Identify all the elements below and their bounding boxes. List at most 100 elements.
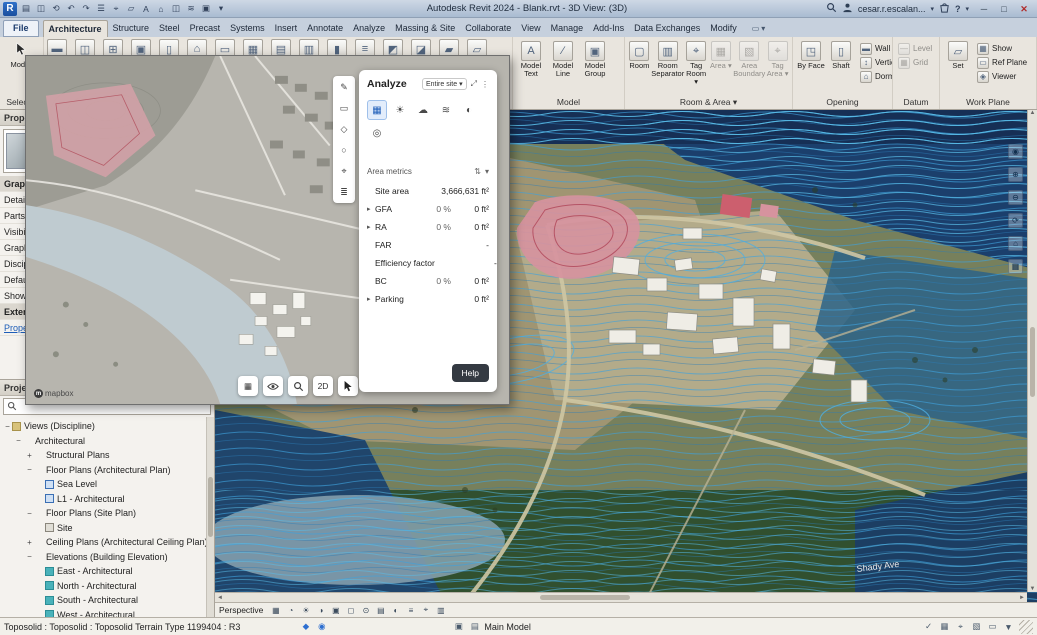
ribbon-tab[interactable]: Data Exchanges (629, 20, 705, 37)
room-area-panel-footer[interactable]: Room & Area ▾ (625, 96, 792, 109)
navigation-tool-icon[interactable]: ⊕ (1008, 167, 1023, 182)
tree-item-label[interactable]: Architectural (35, 436, 85, 446)
scroll-down-icon[interactable]: ▼ (1030, 586, 1036, 592)
map-tool-icon[interactable]: ▭ (337, 101, 351, 115)
tree-item-label[interactable]: Elevations (Building Elevation) (46, 552, 168, 562)
metric-expander-icon[interactable]: ▸ (367, 223, 375, 231)
analysis-type-icon[interactable]: ▦ (367, 100, 387, 120)
vertical-scrollbar[interactable]: ▲ ▼ (1027, 110, 1037, 592)
file-tab[interactable]: File (3, 20, 39, 37)
ribbon-tab[interactable]: View (516, 20, 545, 37)
qat-tool-icon[interactable]: ▾ (214, 2, 228, 16)
tree-item[interactable]: East - Architectural (0, 564, 214, 579)
status-icon[interactable]: ▣ (452, 620, 465, 633)
tree-item[interactable]: − Elevations (Building Elevation) (0, 550, 214, 565)
ribbon-button[interactable]: ◳ By Face (796, 39, 826, 94)
metric-row[interactable]: ▸ RA 0 % 0 ft² (367, 218, 489, 236)
tree-expander-icon[interactable]: − (25, 509, 34, 518)
tree-expander-icon[interactable]: − (3, 422, 12, 431)
view-control-icon[interactable]: ◻ (344, 604, 357, 617)
tree-item[interactable]: − Floor Plans (Architectural Plan) (0, 463, 214, 478)
qat-tool-icon[interactable]: ☰ (94, 2, 108, 16)
qat-tool-icon[interactable]: ⌂ (154, 2, 168, 16)
qat-tool-icon[interactable]: ▱ (124, 2, 138, 16)
qat-tool-icon[interactable]: ⟲ (49, 2, 63, 16)
select-cursor-button[interactable] (338, 376, 358, 396)
view-control-icon[interactable]: ≡ (404, 604, 417, 617)
tree-item[interactable]: West - Architectural (0, 608, 214, 618)
resize-grip[interactable] (1019, 620, 1033, 634)
sort-metrics-icon[interactable]: ⇅ (474, 167, 481, 176)
ribbon-button[interactable]: ⌖ Tag Area ▾ (766, 39, 789, 94)
navigation-tool-icon[interactable]: ⟳ (1008, 213, 1023, 228)
ribbon-small-button[interactable]: ▦ Grid (896, 56, 934, 69)
ribbon-tab[interactable]: Analyze (348, 20, 390, 37)
collapse-metrics-icon[interactable]: ▾ (485, 167, 489, 176)
ribbon-small-button[interactable]: ▦ Show (975, 42, 1029, 55)
navigation-tool-icon[interactable]: ◉ (1008, 144, 1023, 159)
metric-expander-icon[interactable]: ▸ (367, 205, 375, 213)
metric-row[interactable]: Site area 3,666,631 ft² (367, 182, 489, 200)
view-control-icon[interactable]: ◑ (314, 604, 327, 617)
search-icon[interactable] (826, 2, 837, 15)
ribbon-tab[interactable]: Precast (185, 20, 226, 37)
status-icon[interactable]: ◉ (315, 620, 328, 633)
qat-tool-icon[interactable]: ◫ (34, 2, 48, 16)
status-icon[interactable]: ◆ (299, 620, 312, 633)
qat-tool-icon[interactable]: A (139, 2, 153, 16)
ribbon-small-button[interactable]: ↕ Vertical (858, 56, 892, 69)
tree-item-label[interactable]: L1 - Architectural (57, 494, 125, 504)
tree-item-label[interactable]: Views (Discipline) (24, 421, 95, 431)
scroll-left-icon[interactable]: ◄ (217, 595, 223, 601)
set-work-plane-button[interactable]: ▱ Set (943, 39, 973, 94)
ribbon-tab[interactable]: Annotate (302, 20, 348, 37)
scrollbar-thumb[interactable] (540, 595, 630, 600)
metric-expander-icon[interactable]: ▸ (367, 295, 375, 303)
tree-item[interactable]: South - Architectural (0, 593, 214, 608)
signed-in-user[interactable]: cesar.r.escalan... (858, 4, 926, 14)
browser-scrollbar[interactable] (206, 417, 214, 617)
navigation-tool-icon[interactable]: ⌂ (1008, 236, 1023, 251)
selection-option-icon[interactable]: ▧ (970, 620, 983, 633)
map-tool-icon[interactable]: ✎ (337, 80, 351, 94)
map-tool-icon[interactable]: ≣ (337, 185, 351, 199)
ribbon-button[interactable]: ▯ Shaft (826, 39, 856, 94)
ribbon-tab[interactable]: Massing & Site (390, 20, 460, 37)
view-control-icon[interactable]: ☀ (299, 604, 312, 617)
tree-expander-icon[interactable]: + (25, 451, 34, 460)
tree-item-label[interactable]: North - Architectural (57, 581, 137, 591)
view-control-icon[interactable]: ◔ (284, 604, 297, 617)
tree-item-label[interactable]: Sea Level (57, 479, 97, 489)
ribbon-button[interactable]: ∕ Model Line (548, 39, 578, 94)
selection-option-icon[interactable]: ▭ (986, 620, 999, 633)
minimize-button[interactable]: ─ (974, 1, 994, 17)
ribbon-button[interactable]: ▧ Area Boundary (734, 39, 764, 94)
view-scale-label[interactable]: Perspective (219, 605, 263, 615)
tree-item-label[interactable]: Floor Plans (Architectural Plan) (46, 465, 171, 475)
qat-tool-icon[interactable]: ▤ (19, 2, 33, 16)
ribbon-tab[interactable]: Collaborate (460, 20, 516, 37)
ribbon-small-button[interactable]: ― Level (896, 42, 934, 55)
tree-item-label[interactable]: Floor Plans (Site Plan) (46, 508, 136, 518)
metric-row[interactable]: FAR - (367, 236, 489, 254)
ribbon-tab[interactable]: Architecture (43, 20, 108, 37)
tree-item-label[interactable]: Structural Plans (46, 450, 110, 460)
qat-tool-icon[interactable]: ▣ (199, 2, 213, 16)
ribbon-tab[interactable]: Structure (108, 20, 155, 37)
selection-option-icon[interactable]: ✓ (922, 620, 935, 633)
view-control-icon[interactable]: ▣ (329, 604, 342, 617)
ribbon-options[interactable]: ▭ ▾ (752, 20, 766, 37)
selection-option-icon[interactable]: ▦ (938, 620, 951, 633)
tree-expander-icon[interactable]: − (25, 552, 34, 561)
revit-logo-icon[interactable]: R (3, 2, 17, 16)
ribbon-tab[interactable]: Insert (270, 20, 303, 37)
ribbon-tab[interactable]: Modify (705, 20, 742, 37)
view-control-icon[interactable]: ◐ (389, 604, 402, 617)
panel-menu-icon[interactable]: ⋮ (481, 80, 489, 89)
qat-tool-icon[interactable]: ↷ (79, 2, 93, 16)
app-store-icon[interactable] (939, 2, 950, 15)
tree-item[interactable]: − Floor Plans (Site Plan) (0, 506, 214, 521)
metric-row[interactable]: ▸ GFA 0 % 0 ft² (367, 200, 489, 218)
map-tool-icon[interactable]: ○ (337, 143, 351, 157)
ribbon-tab[interactable]: Systems (225, 20, 270, 37)
